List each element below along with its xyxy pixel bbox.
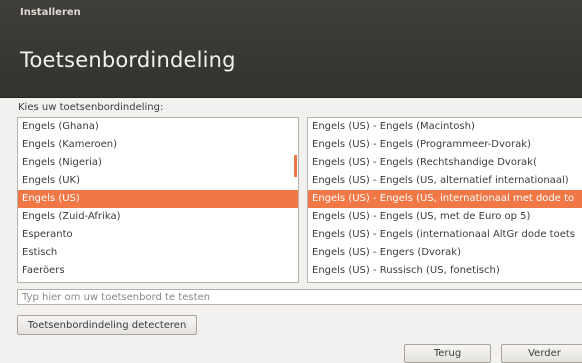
layout-prompt-label: Kies uw toetsenbordindeling: (18, 102, 164, 113)
keyboard-test-input[interactable] (17, 289, 582, 305)
variant-list-item[interactable]: Engels (US) - Engels (Macintosh) (308, 118, 582, 136)
layout-list-item[interactable]: Esperanto (18, 226, 298, 244)
header-bar: Installeren Toetsenbordindeling (0, 0, 582, 98)
next-button[interactable]: Verder (501, 344, 582, 363)
back-button[interactable]: Terug (404, 344, 491, 363)
layout-list-item[interactable]: Engels (US) (18, 190, 298, 208)
variant-list[interactable]: Engels (US) - Engels (Macintosh) Engels (… (307, 117, 582, 283)
page-title: Toetsenbordindeling (20, 48, 236, 72)
layout-list-scrollbar[interactable] (294, 155, 297, 177)
variant-list-item[interactable]: Engels (US) - Engels (internationaal Alt… (308, 226, 582, 244)
layout-list-item[interactable]: Faeröers (18, 262, 298, 280)
layout-list-item[interactable]: Engels (Zuid-Afrika) (18, 208, 298, 226)
layout-list[interactable]: Engels (Ghana) Engels (Kameroen) Engels (N… (17, 117, 299, 283)
variant-list-item[interactable]: Engels (US) - Engels (US, alternatief in… (308, 172, 582, 190)
layout-list-item[interactable]: Engels (Nigeria) (18, 154, 298, 172)
window-title: Installeren (20, 7, 81, 18)
layout-list-item[interactable]: Engels (Kameroen) (18, 136, 298, 154)
variant-list-item[interactable]: Engels (US) - Engers (Dvorak) (308, 244, 582, 262)
layout-list-item[interactable]: Engels (Ghana) (18, 118, 298, 136)
layout-list-item[interactable]: Estisch (18, 244, 298, 262)
detect-layout-button[interactable]: Toetsenbordindeling detecteren (17, 315, 197, 335)
variant-list-item[interactable]: Engels (US) - Engels (US, internationaal… (308, 190, 582, 208)
layout-list-item[interactable]: Engels (UK) (18, 172, 298, 190)
variant-list-item[interactable]: Engels (US) - Engels (Programmeer-Dvorak… (308, 136, 582, 154)
variant-list-item[interactable]: Engels (US) - Engels (Rechtshandige Dvor… (308, 154, 582, 172)
variant-list-item[interactable]: Engels (US) - Engels (US, met de Euro op… (308, 208, 582, 226)
variant-list-item[interactable]: Engels (US) - Russisch (US, fonetisch) (308, 262, 582, 280)
